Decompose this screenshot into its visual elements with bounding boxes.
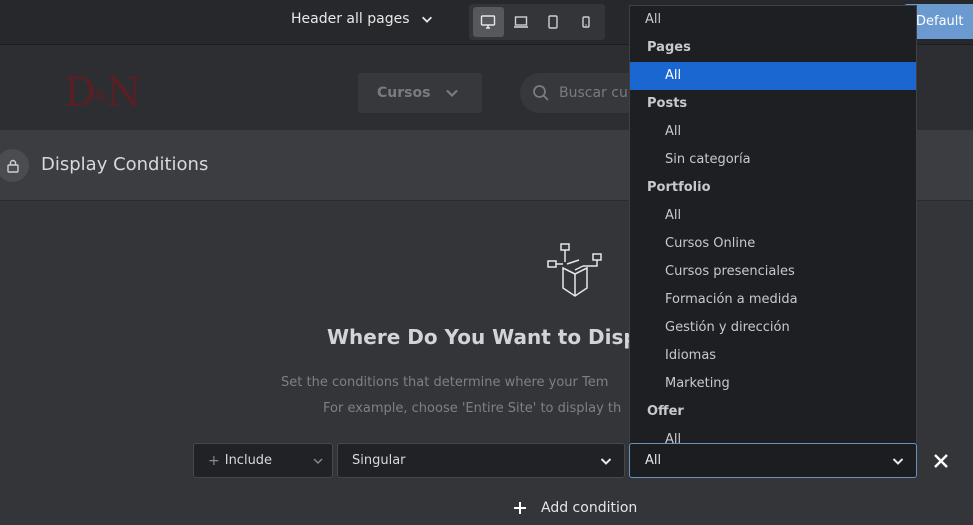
condition-target-dropdown: All Pages All Posts All Sin categoría Portfoli… — [629, 5, 917, 443]
dropdown-option[interactable]: Formación a medida — [630, 286, 916, 314]
chevron-down-icon — [600, 458, 612, 465]
chevron-down-icon — [446, 89, 459, 98]
remove-condition-icon[interactable] — [931, 451, 951, 471]
dropdown-option[interactable]: Sin categoría — [630, 146, 916, 174]
dropdown-option[interactable]: All — [630, 62, 916, 90]
modal-logo — [0, 149, 29, 182]
chevron-down-icon — [892, 458, 904, 465]
modal-title: Display Conditions — [41, 154, 209, 175]
condition-target-value: All — [645, 453, 662, 468]
tablet-icon — [548, 15, 558, 29]
dropdown-group-label: Posts — [647, 96, 688, 111]
site-logo: D&N — [64, 69, 141, 120]
dropdown-option[interactable]: Idiomas — [630, 342, 916, 370]
chevron-down-icon — [421, 16, 432, 23]
plus-icon: + — [208, 452, 220, 469]
dropdown-option[interactable]: Marketing — [630, 370, 916, 398]
dropdown-group-label: Offer — [647, 404, 684, 419]
preview-nav-cursos: Cursos — [358, 73, 482, 113]
conditions-description-line-1: Set the conditions that determine where … — [281, 375, 609, 390]
dropdown-group-label: Pages — [647, 40, 691, 55]
page-selector[interactable]: Header all pages — [291, 11, 434, 27]
desktop-icon — [481, 15, 496, 29]
dropdown-option[interactable]: All — [630, 202, 916, 230]
dropdown-option[interactable]: All — [630, 426, 916, 443]
device-tablet-button[interactable] — [538, 7, 569, 37]
page-selector-label: Header all pages — [291, 11, 410, 27]
condition-type-value: Singular — [352, 453, 406, 468]
device-mobile-button[interactable] — [571, 7, 602, 37]
logo-ampersand: & — [94, 86, 108, 105]
search-icon — [533, 85, 549, 101]
preview-search-placeholder: Buscar cu — [559, 85, 628, 101]
device-desktop-button[interactable] — [473, 7, 504, 37]
dropdown-option[interactable]: Cursos Online — [630, 230, 916, 258]
condition-target-select[interactable]: All — [629, 443, 917, 478]
lock-icon — [6, 159, 19, 173]
device-laptop-button[interactable] — [506, 7, 537, 37]
dropdown-option[interactable]: Cursos presenciales — [630, 258, 916, 286]
chevron-down-icon — [313, 458, 323, 464]
conditions-heading: Where Do You Want to Displa — [327, 325, 659, 349]
plus-icon — [514, 502, 526, 514]
mobile-icon — [582, 16, 590, 28]
include-select[interactable]: + Include — [193, 443, 333, 478]
add-condition-button[interactable]: Add condition — [513, 500, 637, 516]
conditions-description-line-2: For example, choose 'Entire Site' to dis… — [323, 401, 622, 416]
laptop-icon — [513, 16, 528, 28]
conditions-box-icon — [547, 243, 602, 297]
logo-letter-1: D — [64, 70, 96, 116]
dropdown-option[interactable]: Gestión y dirección — [630, 314, 916, 342]
condition-type-select[interactable]: Singular — [337, 443, 625, 478]
device-switcher — [469, 4, 605, 40]
add-condition-label: Add condition — [541, 500, 638, 516]
dropdown-option[interactable]: All — [630, 118, 916, 146]
dropdown-group-label: Portfolio — [647, 180, 711, 195]
template-conditions-screen: Header all pages Default D&N Cursos Busc… — [0, 0, 973, 525]
include-select-value: Include — [224, 453, 273, 468]
logo-letter-2: N — [106, 70, 141, 116]
dropdown-option[interactable]: All — [630, 6, 916, 34]
preview-nav-label: Cursos — [377, 85, 431, 101]
